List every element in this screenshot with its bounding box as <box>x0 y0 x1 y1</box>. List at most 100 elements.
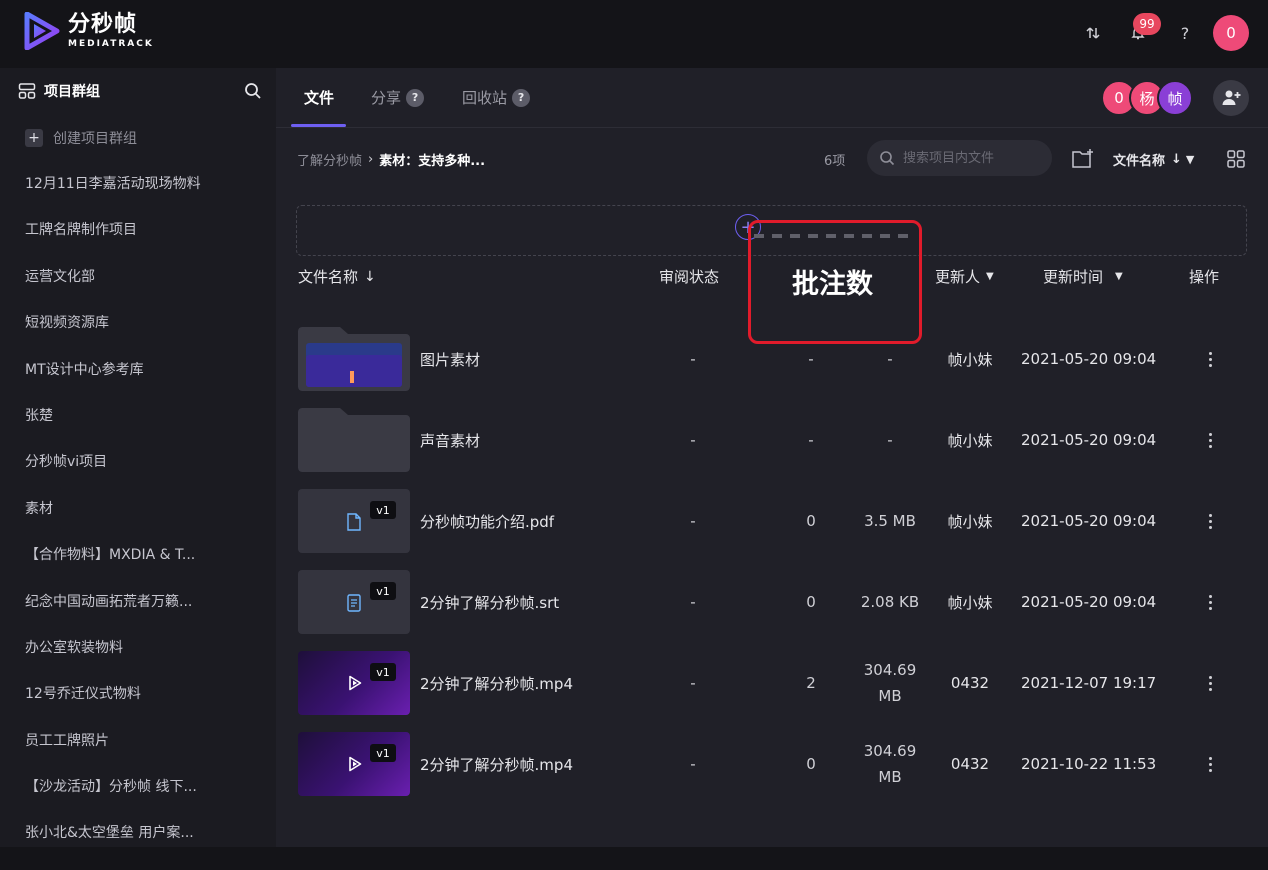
sidebar-item[interactable]: 12月11日李嘉活动现场物料 <box>25 174 250 220</box>
table-row[interactable]: v1 分秒帧功能介绍.pdf - 0 3.5 MB 帧小妹 2021-05-20… <box>276 489 1268 553</box>
notification-badge[interactable]: 99 <box>1133 13 1161 35</box>
updater: 帧小妹 <box>947 350 993 369</box>
version-badge: v1 <box>370 663 396 681</box>
file-search[interactable] <box>867 140 1052 176</box>
grid-view-icon[interactable] <box>1227 150 1245 172</box>
file-name[interactable]: 声音素材 <box>420 408 480 472</box>
file-size: 3.5 MB <box>864 512 916 530</box>
sidebar-item[interactable]: 纪念中国动画拓荒者万籁... <box>25 592 250 638</box>
comment-count: 0 <box>806 755 816 773</box>
tab-share[interactable]: 分享 ? <box>371 87 425 108</box>
project-group-list: 12月11日李嘉活动现场物料 工牌名牌制作项目 运营文化部 短视频资源库 MT设… <box>25 174 250 870</box>
upload-dropzone[interactable] <box>296 205 1247 256</box>
updater: 帧小妹 <box>947 431 993 450</box>
project-group-icon <box>18 83 36 99</box>
file-name[interactable]: 2分钟了解分秒帧.mp4 <box>420 732 573 796</box>
update-time: 2021-05-20 09:04 <box>1021 431 1157 449</box>
chevron-right-icon: › <box>368 152 374 167</box>
help-icon[interactable]: ? <box>1174 22 1196 44</box>
sidebar-item[interactable]: 张楚 <box>25 406 250 452</box>
search-input[interactable] <box>901 149 1041 167</box>
transfer-icon[interactable] <box>1082 22 1104 44</box>
column-header-updater[interactable]: 更新人 ▼ <box>935 266 994 287</box>
breadcrumb-parent[interactable]: 了解分秒帧 <box>297 150 362 169</box>
sidebar-item[interactable]: 素材 <box>25 499 250 545</box>
subtitle-file-icon <box>347 594 361 612</box>
member-avatar[interactable]: 帧 <box>1157 80 1193 116</box>
version-badge: v1 <box>370 582 396 600</box>
review-status: - <box>690 350 696 368</box>
add-member-button[interactable] <box>1213 80 1249 116</box>
review-status: - <box>690 512 696 530</box>
sidebar-item[interactable]: 运营文化部 <box>25 267 250 313</box>
sidebar-item[interactable]: 分秒帧vi项目 <box>25 452 250 498</box>
active-tab-indicator <box>291 124 346 127</box>
tab-recycle-bin[interactable]: 回收站 ? <box>462 87 531 108</box>
sidebar-item[interactable]: 12号乔迁仪式物料 <box>25 684 250 730</box>
table-row[interactable]: v1 2分钟了解分秒帧.srt - 0 2.08 KB 帧小妹 2021-05-… <box>276 570 1268 634</box>
table-row[interactable]: 图片素材 - - - 帧小妹 2021-05-20 09:04 <box>276 327 1268 391</box>
header-label: 更新时间 <box>1043 268 1104 286</box>
sidebar-item[interactable]: 员工工牌照片 <box>25 731 250 777</box>
more-actions-icon[interactable] <box>1204 651 1216 715</box>
file-name[interactable]: 2分钟了解分秒帧.srt <box>420 570 559 634</box>
breadcrumb: 了解分秒帧 › 素材：支持多种... <box>297 150 485 169</box>
new-folder-icon[interactable] <box>1071 148 1095 174</box>
sidebar-item[interactable]: 短视频资源库 <box>25 313 250 359</box>
video-thumbnail: v1 <box>298 651 410 715</box>
review-status: - <box>690 593 696 611</box>
comment-count: - <box>808 431 814 449</box>
add-user-icon <box>1222 90 1241 105</box>
more-actions-icon[interactable] <box>1204 732 1216 796</box>
create-group-button[interactable]: + 创建项目群组 <box>25 128 137 148</box>
mediatrack-logo-icon <box>24 12 60 50</box>
table-row[interactable]: v1 2分钟了解分秒帧.mp4 - 2 304.69 MB 0432 2021-… <box>276 651 1268 715</box>
sidebar: 项目群组 + 创建项目群组 12月11日李嘉活动现场物料 工牌名牌制作项目 运营… <box>0 68 276 847</box>
tab-bar: 文件 分享 ? 回收站 ? 0 杨 帧 <box>276 68 1268 128</box>
more-actions-icon[interactable] <box>1204 327 1216 391</box>
search-icon[interactable] <box>244 82 262 104</box>
column-header-name[interactable]: 文件名称 ↓ <box>298 266 376 287</box>
file-size: 304.69 MB <box>863 742 917 786</box>
header-label: 操作 <box>1189 268 1220 286</box>
column-header-time[interactable]: 更新时间 ▼ <box>1043 266 1123 287</box>
file-size: - <box>887 431 893 449</box>
table-header: 文件名称 ↓ 审阅状态 更新人 ▼ 更新时间 ▼ 操作 <box>276 266 1268 290</box>
table-row[interactable]: v1 2分钟了解分秒帧.mp4 - 0 304.69 MB 0432 2021-… <box>276 732 1268 796</box>
file-thumbnail: v1 <box>298 489 410 553</box>
breadcrumb-current: 素材：支持多种... <box>379 154 486 169</box>
version-badge: v1 <box>370 744 396 762</box>
comment-count: 2 <box>806 674 816 692</box>
tab-files[interactable]: 文件 <box>304 87 334 108</box>
highlight-dash <box>754 234 916 238</box>
sort-dropdown[interactable]: 文件名称 ↓ ▼ <box>1113 150 1194 169</box>
more-actions-icon[interactable] <box>1204 570 1216 634</box>
more-actions-icon[interactable] <box>1204 489 1216 553</box>
user-avatar[interactable]: 0 <box>1213 15 1249 51</box>
update-time: 2021-05-20 09:04 <box>1021 350 1157 368</box>
help-icon[interactable]: ? <box>406 88 425 107</box>
sidebar-item[interactable]: 【合作物料】MXDIA & T... <box>25 545 250 591</box>
header-label: 文件名称 <box>298 268 359 286</box>
tab-label: 分享 <box>371 89 402 107</box>
review-status: - <box>690 674 696 692</box>
sidebar-item[interactable]: 【沙龙活动】分秒帧 线下... <box>25 777 250 823</box>
file-name[interactable]: 图片素材 <box>420 327 480 391</box>
sidebar-item[interactable]: MT设计中心参考库 <box>25 360 250 406</box>
logo[interactable]: 分秒帧 MEDIATRACK <box>24 12 154 50</box>
version-badge: v1 <box>370 501 396 519</box>
sidebar-header: 项目群组 <box>18 80 262 102</box>
update-time: 2021-10-22 11:53 <box>1021 755 1157 773</box>
file-name[interactable]: 分秒帧功能介绍.pdf <box>420 489 554 553</box>
play-icon <box>349 756 362 772</box>
file-name[interactable]: 2分钟了解分秒帧.mp4 <box>420 651 573 715</box>
caret-down-icon[interactable]: ▼ <box>1186 153 1194 166</box>
folder-thumbnail <box>298 408 410 472</box>
help-icon[interactable]: ? <box>512 88 531 107</box>
sidebar-item[interactable]: 工牌名牌制作项目 <box>25 220 250 266</box>
column-header-comments: 批注数 <box>792 269 873 300</box>
table-row[interactable]: 声音素材 - - - 帧小妹 2021-05-20 09:04 <box>276 408 1268 472</box>
arrow-down-icon[interactable]: ↓ <box>1171 152 1182 167</box>
more-actions-icon[interactable] <box>1204 408 1216 472</box>
sidebar-item[interactable]: 办公室软装物料 <box>25 638 250 684</box>
